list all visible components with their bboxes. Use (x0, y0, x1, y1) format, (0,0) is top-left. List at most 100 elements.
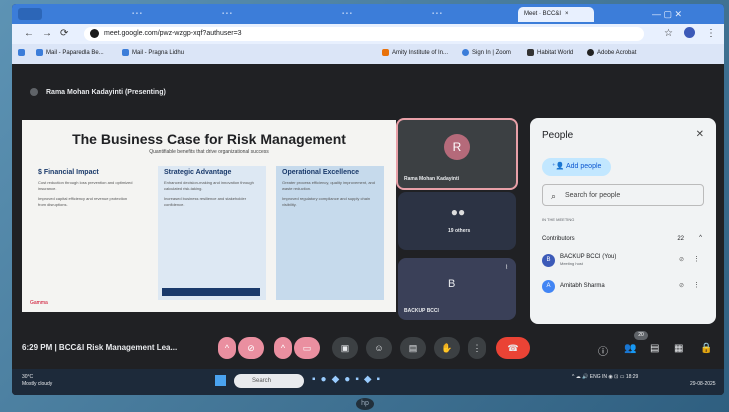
taskbar-apps[interactable]: ▪●◆●▪◆▪ (312, 374, 385, 385)
slide-column-operational: Operational Excellence Greater process e… (276, 166, 384, 300)
weather-widget[interactable]: 30°C Mostly cloudy (22, 374, 52, 388)
chat-icon[interactable]: ▤ (650, 343, 659, 354)
presenter-name: Rama Mohan Kadayinti (Presenting) (46, 88, 166, 96)
tab-meet[interactable]: Meet · BCC&I × (518, 7, 594, 22)
mic-off-button[interactable]: ⊘ (238, 337, 264, 359)
column-text: Improved capital efficiency and revenue … (38, 196, 128, 207)
back-arrow-icon[interactable]: ← (24, 28, 34, 39)
star-icon[interactable]: ☆ (664, 28, 673, 39)
column-text: Cost reduction through loss prevention a… (38, 180, 133, 191)
mic-options-button[interactable]: ^ (218, 337, 236, 359)
search-people-input[interactable]: ⌕ Search for people (542, 184, 704, 206)
system-tray[interactable]: ^ ☁ 🔊 ENG IN ◉ ⊡ ▭ 18:29 29-08-2025 (572, 374, 716, 388)
bookmark-item[interactable]: Mail - Pragna Lidhu (122, 49, 184, 56)
more-options-button[interactable]: ⋮ (468, 337, 486, 359)
tab-search-icon[interactable] (18, 8, 42, 20)
weather-temp: 30°C (22, 374, 34, 380)
panel-title: People (542, 130, 574, 141)
avatar: B (448, 278, 456, 290)
close-icon[interactable]: × (565, 11, 569, 17)
slide-column-strategic: Strategic Advantage Enhanced decision-ma… (158, 166, 266, 300)
camera-off-button[interactable]: ▭ (294, 337, 320, 359)
forward-arrow-icon[interactable]: → (42, 28, 52, 39)
bookmark-item[interactable]: Adobe Acrobat (587, 49, 636, 56)
contributors-count: 22 (677, 236, 684, 242)
more-icon[interactable]: ⋮ (693, 255, 700, 263)
slide-title: The Business Case for Risk Management (72, 131, 346, 147)
avatar: R (444, 134, 470, 160)
contributors-header[interactable]: Contributors 22 ^ (542, 235, 704, 242)
tab-inactive[interactable]: ▪ ▪ ▪ (132, 7, 212, 22)
column-heading: Strategic Advantage (164, 169, 232, 176)
tab-inactive[interactable]: ▪ ▪ ▪ (432, 7, 512, 22)
meeting-name: BCC&I Risk Management Lea... (58, 343, 178, 352)
people-count-badge: 20 (634, 331, 648, 340)
mic-off-icon[interactable]: ⊘ (679, 256, 684, 263)
column-text: Increased business resilience and stakeh… (164, 196, 247, 207)
participant-name: BACKUP BCCI (You) (560, 254, 617, 260)
people-icon[interactable]: 👥 (624, 343, 636, 354)
host-controls-icon[interactable]: 🔒 (700, 343, 712, 354)
tray-time: 18:29 (625, 374, 639, 380)
group-avatar-icon: ●● (450, 205, 466, 219)
taskbar-search-input[interactable]: Search (234, 374, 304, 388)
site-info-icon[interactable] (90, 29, 99, 38)
bookmark-item[interactable]: Habitat World (527, 49, 573, 56)
tab-inactive[interactable]: ▪ ▪ ▪ (342, 7, 422, 22)
apps-icon[interactable] (18, 49, 28, 56)
windows-taskbar: 30°C Mostly cloudy Search ▪●◆●▪◆▪ ^ ☁ 🔊 E… (12, 369, 724, 395)
camera-options-button[interactable]: ^ (274, 337, 292, 359)
participant-tile[interactable]: R Rama Mohan Kadayinti (396, 118, 518, 190)
close-icon[interactable]: ✕ (696, 129, 704, 140)
url-input[interactable]: meet.google.com/pwz-wzgp-xqf?authuser=3 (84, 27, 644, 41)
activities-icon[interactable]: ▦ (674, 343, 683, 354)
avatar: A (542, 280, 555, 293)
raise-hand-button[interactable]: ✋ (434, 337, 460, 359)
address-bar-row: ← → ⟳ meet.google.com/pwz-wzgp-xqf?authu… (12, 24, 724, 44)
info-icon[interactable]: ⓘ (598, 343, 608, 358)
weather-desc: Mostly cloudy (22, 381, 53, 387)
profile-avatar[interactable] (684, 27, 695, 38)
search-placeholder: Search for people (565, 192, 621, 199)
more-icon[interactable]: ⋮ (693, 281, 700, 289)
tile-name: Rama Mohan Kadayinti (404, 176, 460, 182)
leave-call-button[interactable]: ☎ (496, 337, 530, 359)
participant-row[interactable]: B BACKUP BCCI (You) Meeting host ⊘ ⋮ (542, 252, 704, 270)
slide-logo: Gamma (30, 300, 48, 306)
emoji-button[interactable]: ☺ (366, 337, 392, 359)
participant-role: Meeting host (560, 261, 583, 266)
slide-footer-bar (162, 288, 260, 296)
present-button[interactable]: ▤ (400, 337, 426, 359)
window-controls[interactable]: — ▢ ✕ (652, 7, 712, 22)
url-text: meet.google.com/pwz-wzgp-xqf?authuser=3 (104, 30, 242, 37)
others-tile[interactable]: ●● 19 others (398, 192, 516, 250)
tab-inactive[interactable]: ▪ ▪ ▪ (222, 7, 302, 22)
chevron-up-icon[interactable]: ^ (699, 235, 702, 241)
presenter-label: Rama Mohan Kadayinti (Presenting) (30, 88, 166, 96)
language-indicator: ENG IN (589, 374, 607, 380)
reload-icon[interactable]: ⟳ (60, 28, 68, 39)
bookmark-item[interactable]: Amity Institute of In... (382, 49, 448, 56)
add-people-button[interactable]: ⁺👤 Add people (542, 158, 612, 176)
column-heading: Operational Excellence (282, 169, 360, 176)
column-text: Greater process efficiency, quality impr… (282, 180, 376, 191)
participant-name: Amitabh Sharma (560, 283, 605, 289)
participant-row[interactable]: A Amitabh Sharma ⊘ ⋮ (542, 278, 704, 296)
windows-start-icon[interactable] (215, 375, 226, 386)
bookmark-label: Adobe Acrobat (597, 50, 637, 57)
captions-button[interactable]: ▣ (332, 337, 358, 359)
slide-subtitle: Quantifiable benefits that drive organiz… (149, 149, 269, 155)
slide-column-financial: $ Financial Impact Cost reduction throug… (32, 166, 140, 300)
mic-off-icon[interactable]: ⊘ (679, 282, 684, 289)
people-panel: People ✕ ⁺👤 Add people ⌕ Search for peop… (530, 118, 716, 324)
menu-icon[interactable]: ⋮ (706, 28, 716, 39)
section-label: IN THE MEETING (542, 217, 575, 222)
participant-tile[interactable]: ⌇ B BACKUP BCCI (398, 258, 516, 320)
avatar: B (542, 254, 555, 267)
mic-icon: ⌇ (505, 265, 508, 271)
taskbar-search-placeholder: Search (252, 378, 272, 384)
bookmark-item[interactable]: Mail - Paparedla Be... (36, 49, 104, 56)
tile-name: BACKUP BCCI (404, 308, 439, 314)
clock-text: 6:29 PM (22, 343, 53, 352)
bookmark-item[interactable]: Sign In | Zoom (462, 49, 511, 56)
